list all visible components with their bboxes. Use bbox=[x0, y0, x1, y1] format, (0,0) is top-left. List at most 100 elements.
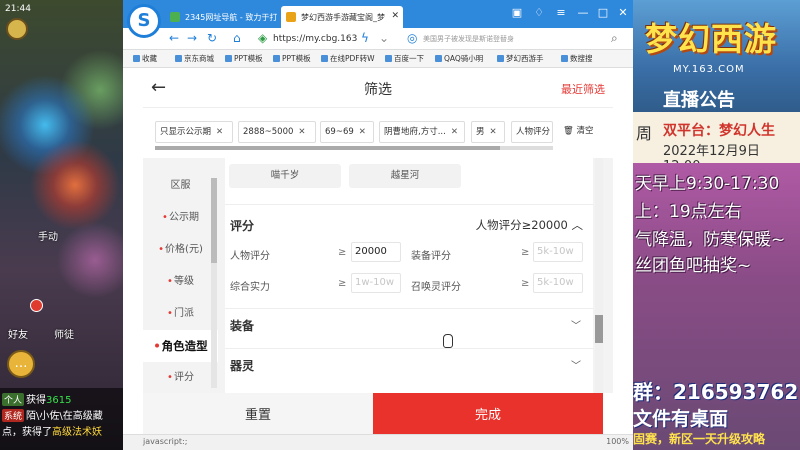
maximize-icon[interactable]: □ bbox=[595, 5, 611, 21]
search-input[interactable]: 美国男子被发现是斯诺登替身 bbox=[423, 31, 583, 47]
address-bar[interactable]: https://my.cbg.163 bbox=[273, 31, 357, 47]
chat-bubble-icon[interactable]: … bbox=[7, 350, 35, 378]
sidebar-scrollbar-thumb[interactable] bbox=[211, 178, 217, 263]
sidebar-item-level[interactable]: 等级 bbox=[143, 266, 218, 298]
score-summary[interactable]: 人物评分≥20000 ︿ bbox=[476, 217, 583, 233]
hand-cursor-icon bbox=[443, 334, 453, 348]
overall-strength-input[interactable]: 1w-10w bbox=[351, 273, 401, 293]
bookmark-item[interactable]: PPT模板 bbox=[273, 53, 311, 64]
filter-content: 喵千岁 越星河 评分 人物评分≥20000 ︿ 人物评分 ≥ 20000 装备评… bbox=[225, 158, 593, 393]
recent-filter-link[interactable]: 最近筛选 bbox=[561, 81, 605, 97]
overall-strength-label: 综合实力 bbox=[230, 282, 270, 293]
notice-line: 上：19点左右 bbox=[635, 202, 742, 222]
reset-button[interactable]: 重置 bbox=[143, 393, 373, 438]
content-scrollbar[interactable] bbox=[595, 158, 603, 393]
game-label-manual: 手动 bbox=[38, 232, 58, 243]
chip-scrollbar-thumb[interactable] bbox=[155, 146, 500, 150]
ge-symbol: ≥ bbox=[338, 278, 347, 289]
filter-chip[interactable]: 2888~5000 ✕ bbox=[238, 121, 316, 143]
dropdown-icon[interactable]: ⌄ bbox=[379, 31, 389, 45]
live-announcement-title: 直播公告 bbox=[663, 90, 735, 111]
filter-chip[interactable]: 69~69 ✕ bbox=[320, 121, 374, 143]
game-site: MY.163.COM bbox=[673, 64, 745, 75]
friends-button[interactable]: 好友 bbox=[8, 326, 28, 341]
done-button[interactable]: 完成 bbox=[373, 393, 603, 438]
bookmark-item[interactable]: 收藏 bbox=[133, 53, 157, 64]
content-scrollbar-thumb[interactable] bbox=[595, 315, 603, 343]
option-button[interactable]: 喵千岁 bbox=[229, 164, 341, 188]
character-score-input[interactable]: 20000 bbox=[351, 242, 401, 262]
mentor-button[interactable]: 师徒 bbox=[54, 326, 74, 341]
equipment-section[interactable]: 装备 ﹀ bbox=[225, 308, 593, 338]
game-view-left: 21:44 手动 好友 师徒 … 个人 获得3615 系统 陌\小佐\在高级藏 点，… bbox=[0, 0, 123, 450]
sidebar-item-character-style[interactable]: 角色造型 bbox=[143, 330, 218, 362]
search-engine-icon[interactable]: ◎ bbox=[407, 31, 417, 45]
option-button[interactable]: 越星河 bbox=[349, 164, 461, 188]
forward-icon[interactable]: → bbox=[187, 31, 197, 45]
sidebar-scrollbar[interactable] bbox=[211, 178, 217, 388]
game-chat-log: 个人 获得3615 系统 陌\小佐\在高级藏 点，获得了高级法术妖 bbox=[0, 388, 123, 450]
stream-announcement-panel: 梦幻西游 MY.163.COM 直播公告 周 双平台：梦幻人生 2022年12月… bbox=[633, 0, 800, 450]
menu-icon[interactable]: ≡ bbox=[553, 5, 569, 21]
bookmark-item[interactable]: 梦幻西游手 bbox=[497, 53, 544, 64]
tab-bar: S 2345网址导航 - 致力于打 梦幻西游手游藏宝阁_梦 ✕ ▣ ♢ ≡ — … bbox=[123, 0, 633, 38]
filter-chip[interactable]: 阴曹地府,方寸... ✕ bbox=[379, 121, 465, 143]
filter-body: 区服 公示期 价格(元) 等级 门派 角色造型 评分 喵千岁 越星河 评分 人物… bbox=[143, 158, 613, 393]
notice-line: 丝团鱼吧抽奖~ bbox=[635, 256, 752, 276]
minimize-icon[interactable]: — bbox=[575, 5, 591, 21]
game-logo: 梦幻西游 bbox=[645, 20, 778, 58]
search-icon[interactable]: ⌕ bbox=[611, 31, 618, 46]
sidebar-item-school[interactable]: 门派 bbox=[143, 298, 218, 330]
sidebar-item-server[interactable]: 区服 bbox=[143, 170, 218, 202]
tab-favicon-icon bbox=[286, 12, 296, 22]
chat-line: 系统 陌\小佐\在高级藏 bbox=[2, 409, 103, 422]
tab-2345[interactable]: 2345网址导航 - 致力于打 bbox=[165, 6, 277, 28]
filter-chip[interactable]: 人物评分 bbox=[511, 121, 553, 143]
bookmark-item[interactable]: 在线PDF转W bbox=[321, 53, 375, 64]
game-menu-icon[interactable] bbox=[6, 18, 28, 40]
shirt-icon[interactable]: ♢ bbox=[531, 5, 547, 21]
bookmark-item[interactable]: 京东商城 bbox=[175, 53, 214, 64]
filter-chip[interactable]: 男 ✕ bbox=[471, 121, 505, 143]
page-header: ← 筛选 最近筛选 bbox=[143, 68, 613, 108]
sidebar-item-publicity[interactable]: 公示期 bbox=[143, 202, 218, 234]
chip-close-icon[interactable]: ✕ bbox=[216, 127, 223, 137]
sidebar-item-score[interactable]: 评分 bbox=[143, 362, 218, 393]
zoom-level[interactable]: 100% bbox=[606, 437, 629, 446]
summon-score-input[interactable]: 5k-10w bbox=[533, 273, 583, 293]
close-window-icon[interactable]: ✕ bbox=[615, 5, 631, 21]
chip-close-icon[interactable]: ✕ bbox=[359, 127, 366, 137]
flash-icon[interactable]: ϟ bbox=[361, 31, 369, 45]
home-icon[interactable]: ⌂ bbox=[233, 31, 241, 45]
spirit-section[interactable]: 器灵 ﹀ bbox=[225, 348, 593, 378]
chip-close-icon[interactable]: ✕ bbox=[298, 127, 305, 137]
bookmark-item[interactable]: QAQ骑小明 bbox=[435, 53, 483, 64]
sidebar-item-price[interactable]: 价格(元) bbox=[143, 234, 218, 266]
tab-cbg[interactable]: 梦幻西游手游藏宝阁_梦 ✕ bbox=[281, 6, 403, 28]
browser-status-bar: javascript:; 100% bbox=[123, 434, 633, 450]
browser-logo-icon[interactable]: S bbox=[127, 4, 161, 38]
chevron-down-icon: ﹀ bbox=[571, 321, 581, 332]
filter-chip[interactable]: 只显示公示期 ✕ bbox=[155, 121, 233, 143]
secure-shield-icon: ◈ bbox=[258, 31, 268, 45]
filter-page: ← 筛选 最近筛选 只显示公示期 ✕ 2888~5000 ✕ 69~69 ✕ 阴曹地府… bbox=[143, 68, 613, 438]
bookmark-item[interactable]: PPT模板 bbox=[225, 53, 263, 64]
chip-close-icon[interactable]: ✕ bbox=[490, 127, 497, 137]
qq-group: 群：216593762 bbox=[633, 380, 799, 404]
summon-score-label: 召唤灵评分 bbox=[411, 282, 461, 293]
character-score-label: 人物评分 bbox=[230, 251, 270, 262]
window-icon[interactable]: ▣ bbox=[509, 5, 525, 21]
tab-close-icon[interactable]: ✕ bbox=[391, 11, 399, 21]
clear-filters-button[interactable]: 🗑 清空 bbox=[563, 124, 594, 136]
equipment-score-input[interactable]: 5k-10w bbox=[533, 242, 583, 262]
notice-line: 天早上9:30-17:30 bbox=[635, 174, 780, 194]
refresh-icon[interactable]: ↻ bbox=[207, 31, 217, 45]
notice-line: 气降温，防寒保暖~ bbox=[635, 230, 786, 250]
bookmark-item[interactable]: 数搜搜 bbox=[561, 53, 593, 64]
bookmark-item[interactable]: 百度一下 bbox=[385, 53, 424, 64]
ge-symbol: ≥ bbox=[521, 278, 530, 289]
chip-scrollbar[interactable] bbox=[155, 146, 553, 150]
chip-close-icon[interactable]: ✕ bbox=[451, 127, 458, 137]
filter-category-sidebar: 区服 公示期 价格(元) 等级 门派 角色造型 评分 bbox=[143, 158, 218, 393]
back-icon[interactable]: ← bbox=[169, 31, 179, 45]
